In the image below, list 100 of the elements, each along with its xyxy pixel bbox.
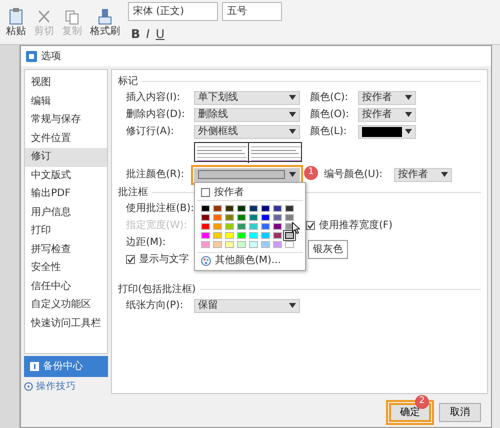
dropdown[interactable]: 外侧框线 xyxy=(194,124,300,138)
color-dropdown[interactable] xyxy=(358,124,416,138)
color-swatch[interactable] xyxy=(225,223,234,230)
sidebar-item[interactable]: 安全性 xyxy=(25,259,107,278)
caret-icon xyxy=(289,112,296,117)
field-label: 颜色(O): xyxy=(310,108,350,122)
color-swatch[interactable] xyxy=(201,223,210,230)
color-swatch[interactable] xyxy=(213,214,222,221)
color-swatch[interactable] xyxy=(237,241,246,248)
color-swatch[interactable] xyxy=(249,232,258,239)
color-swatch[interactable] xyxy=(213,232,222,239)
format-button[interactable]: U xyxy=(152,24,168,42)
backup-center-button[interactable]: 备份中心 xyxy=(24,356,108,377)
checkbox[interactable] xyxy=(201,188,210,197)
menu-item[interactable]: 其他颜色(M)... xyxy=(215,253,281,268)
sidebar-item[interactable]: 自定义功能区 xyxy=(25,296,107,314)
sidebar-item[interactable]: 视图 xyxy=(25,74,107,92)
field-label: 插入内容(I): xyxy=(126,90,182,105)
tips-link[interactable]: 操作技巧 xyxy=(24,380,108,394)
sidebar-item[interactable]: 打印 xyxy=(25,222,107,240)
sidebar-item[interactable]: 用户信息 xyxy=(25,204,107,222)
format-button[interactable]: B xyxy=(128,24,144,42)
color-swatch[interactable] xyxy=(285,205,294,212)
color-swatch[interactable] xyxy=(225,214,234,221)
color-swatch[interactable] xyxy=(285,232,294,239)
palette-icon xyxy=(201,256,211,266)
color-swatch[interactable] xyxy=(261,241,270,248)
tooltip: 银灰色 xyxy=(308,240,348,259)
color-swatch[interactable] xyxy=(201,205,210,212)
app-icon xyxy=(26,50,37,62)
caret-icon xyxy=(289,95,296,100)
color-swatch[interactable] xyxy=(273,223,282,230)
color-swatch[interactable] xyxy=(213,205,222,212)
color-swatch[interactable] xyxy=(261,205,270,212)
color-swatch[interactable] xyxy=(261,223,270,230)
field-label: 纸张方向(P): xyxy=(126,298,184,313)
sidebar-item[interactable]: 编辑 xyxy=(25,92,107,111)
color-swatch[interactable] xyxy=(285,241,294,248)
color-swatch[interactable] xyxy=(261,214,270,221)
brush-icon xyxy=(96,8,114,26)
sidebar-item[interactable]: 常规与保存 xyxy=(25,111,107,130)
color-swatch[interactable] xyxy=(237,214,246,221)
color-swatch[interactable] xyxy=(237,232,246,239)
checkbox-label: 显示与文字 xyxy=(139,252,189,267)
sidebar-item[interactable]: 拼写检查 xyxy=(25,240,107,259)
sidebar-item[interactable]: 文件位置 xyxy=(25,130,107,148)
color-swatch[interactable] xyxy=(249,205,258,212)
sidebar-item[interactable]: 修订 xyxy=(25,148,107,166)
color-swatch[interactable] xyxy=(237,223,246,230)
font-field[interactable]: 宋体 (正文) xyxy=(128,2,218,20)
color-swatch[interactable] xyxy=(285,214,294,221)
color-dropdown[interactable]: 按作者 xyxy=(358,90,416,104)
toolbar-button[interactable]: 粘贴 xyxy=(6,8,26,36)
color-swatch[interactable] xyxy=(273,205,282,212)
field-label: 使用批注框(B): xyxy=(126,202,194,216)
section-heading: 打印(包括批注框) xyxy=(118,282,196,297)
color-swatch[interactable] xyxy=(225,232,234,239)
field-label: 颜色(C): xyxy=(310,90,350,105)
color-swatch[interactable] xyxy=(201,232,210,239)
color-swatch[interactable] xyxy=(225,205,234,212)
color-swatch[interactable] xyxy=(213,223,222,230)
color-swatch[interactable] xyxy=(201,214,210,221)
color-swatch[interactable] xyxy=(261,232,270,239)
color-swatch[interactable] xyxy=(249,223,258,230)
menu-item[interactable]: 按作者 xyxy=(214,185,244,200)
field-label: 批注颜色(R): xyxy=(126,168,186,182)
sidebar-item[interactable]: 输出PDF xyxy=(25,185,107,204)
checkbox[interactable] xyxy=(306,221,315,230)
color-dropdown[interactable]: 按作者 xyxy=(358,108,416,122)
caret-icon xyxy=(441,172,448,177)
sidebar-item[interactable]: 中文版式 xyxy=(25,166,107,185)
dialog-button[interactable]: 取消 xyxy=(439,402,481,422)
color-swatch[interactable] xyxy=(237,205,246,212)
color-swatch[interactable] xyxy=(213,241,222,248)
font-size-field[interactable]: 五号 xyxy=(222,2,282,20)
help-icon xyxy=(24,382,33,392)
dropdown[interactable]: 保留 xyxy=(194,298,300,312)
color-swatch[interactable] xyxy=(273,241,282,248)
sidebar-item[interactable]: 信任中心 xyxy=(25,278,107,296)
field-label: 删除内容(D): xyxy=(126,108,186,122)
color-swatch[interactable] xyxy=(225,241,234,248)
color-swatch[interactable] xyxy=(273,214,282,221)
caret-icon xyxy=(405,129,412,134)
field-label: 颜色(L): xyxy=(310,124,348,139)
section-heading: 批注框 xyxy=(118,186,148,200)
dropdown[interactable]: 删除线 xyxy=(194,108,300,122)
sidebar-item[interactable]: 快速访问工具栏 xyxy=(25,314,107,333)
color-swatch[interactable] xyxy=(201,241,210,248)
clipboard-icon xyxy=(7,8,25,26)
color-dropdown[interactable]: 按作者 xyxy=(394,168,452,182)
toolbar-button[interactable]: 格式刷 xyxy=(90,8,120,36)
format-button[interactable]: I xyxy=(143,24,153,42)
dialog-title: 选项 xyxy=(41,50,61,64)
checkbox[interactable] xyxy=(126,255,135,264)
caret-icon xyxy=(405,112,412,117)
color-swatch[interactable] xyxy=(273,232,282,239)
color-swatch[interactable] xyxy=(249,241,258,248)
color-swatch[interactable] xyxy=(249,214,258,221)
dropdown[interactable]: 单下划线 xyxy=(194,90,300,104)
field-label: 边距(M): xyxy=(126,236,167,250)
